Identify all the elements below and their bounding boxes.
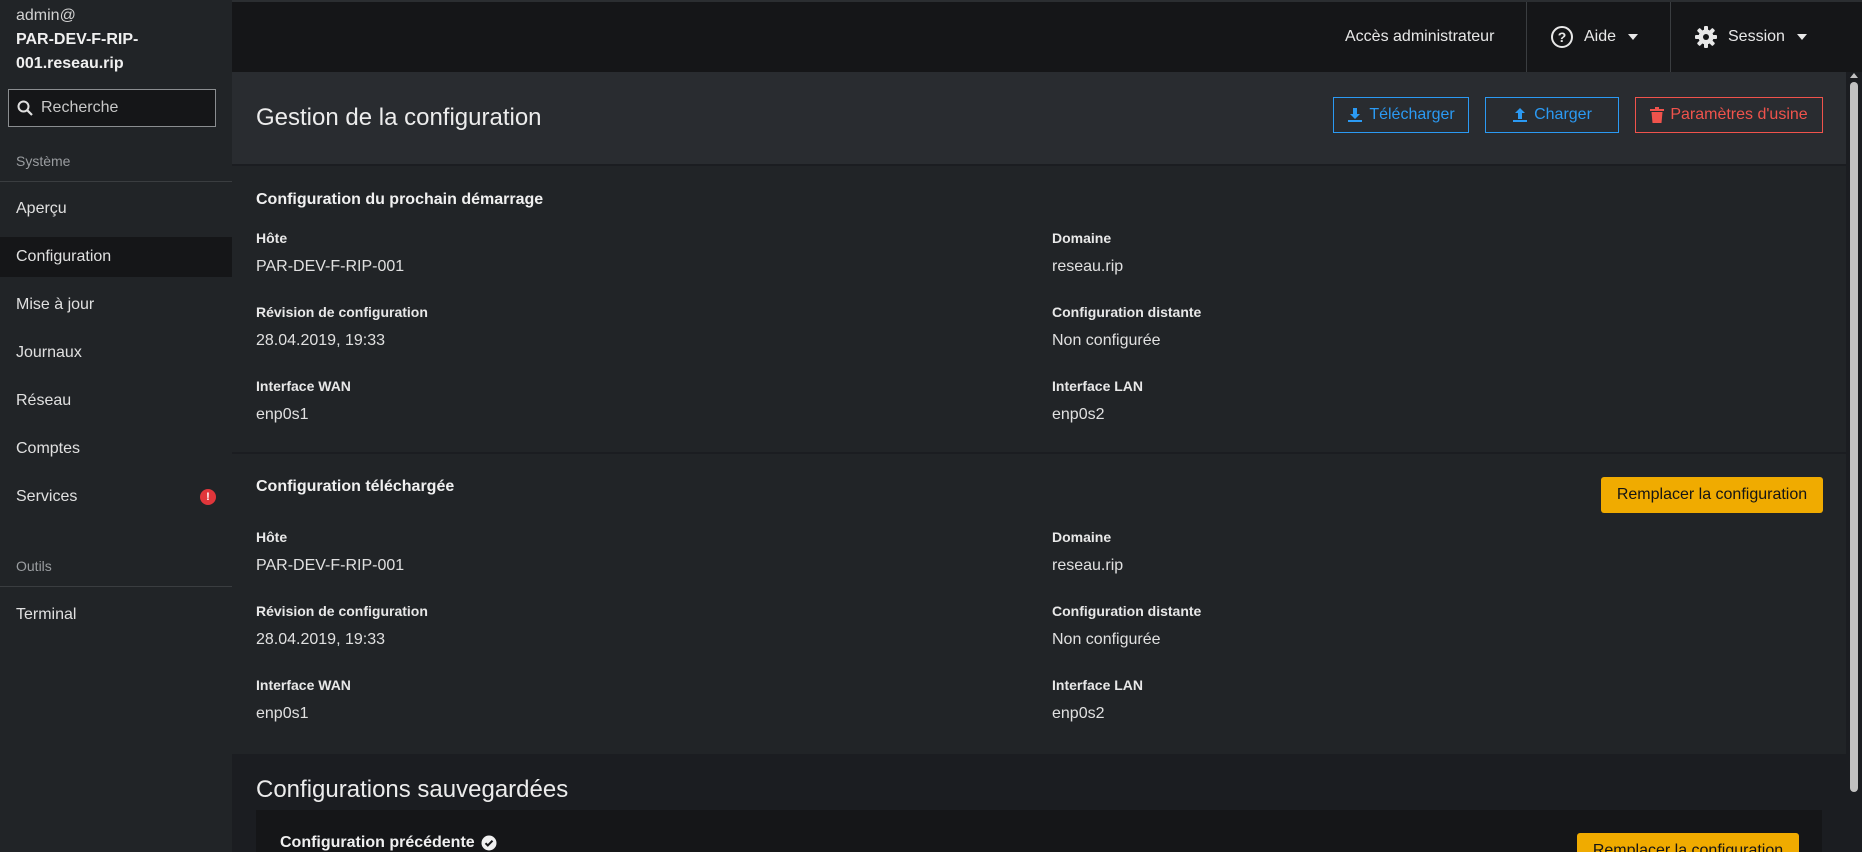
domain-value: reseau.rip — [1052, 557, 1124, 574]
revision-value: 28.04.2019, 19:33 — [256, 332, 386, 349]
host-label: Hôte — [256, 230, 288, 246]
divider — [0, 586, 232, 587]
divider — [0, 181, 232, 182]
revision-label: Révision de configuration — [256, 304, 428, 320]
help-menu-button[interactable]: ? Aide — [1550, 2, 1639, 72]
host-info: admin@ PAR-DEV-F-RIP-001.reseau.rip — [0, 0, 232, 72]
scroll-up-arrow-icon[interactable] — [1850, 73, 1858, 78]
replace-config-label: Remplacer la configuration — [1616, 486, 1808, 503]
remote-config-label: Configuration distante — [1052, 603, 1202, 619]
download-icon — [1348, 108, 1363, 122]
sidebar: admin@ PAR-DEV-F-RIP-001.reseau.rip Syst… — [0, 0, 232, 852]
scrollbar-thumb[interactable] — [1850, 82, 1858, 792]
next-boot-title: Configuration du prochain démarrage — [256, 191, 544, 208]
upload-label: Charger — [1534, 106, 1592, 123]
replace-config-label: Remplacer la configuration — [1592, 842, 1784, 852]
admin-access-label: Accès administrateur — [1345, 28, 1495, 45]
lan-label: Interface LAN — [1052, 378, 1144, 394]
search-input[interactable] — [41, 99, 211, 117]
lan-label: Interface LAN — [1052, 677, 1144, 693]
gear-icon — [1695, 26, 1717, 48]
scrollbar[interactable] — [1846, 72, 1862, 852]
remote-config-value: Non configurée — [1052, 631, 1161, 648]
check-circle-icon — [481, 835, 497, 851]
page-title: Gestion de la configuration — [256, 104, 542, 131]
page-header: Gestion de la configuration Télécharger … — [232, 72, 1846, 164]
help-icon: ? — [1551, 26, 1573, 48]
sidebar-item-label: Journaux — [16, 344, 82, 361]
svg-text:?: ? — [1558, 29, 1567, 45]
sidebar-item-label: Aperçu — [16, 200, 67, 217]
domain-label: Domaine — [1052, 529, 1112, 545]
divider — [1670, 2, 1671, 72]
factory-reset-label: Paramètres d'usine — [1670, 106, 1808, 123]
topbar: Accès administrateur ? Aide Session — [232, 0, 1862, 72]
replace-previous-config-button[interactable]: Remplacer la configuration — [1577, 833, 1799, 852]
alert-badge-icon: ! — [200, 489, 216, 505]
replace-config-button[interactable]: Remplacer la configuration — [1601, 477, 1823, 513]
divider — [1526, 2, 1527, 72]
remote-config-value: Non configurée — [1052, 332, 1161, 349]
sidebar-item-mise-a-jour[interactable]: Mise à jour — [0, 285, 232, 325]
main-content: Gestion de la configuration Télécharger … — [232, 72, 1846, 852]
section-label-tools: Outils — [16, 558, 52, 574]
sidebar-item-configuration[interactable]: Configuration — [0, 237, 232, 277]
host-label: Hôte — [256, 529, 288, 545]
downloaded-title: Configuration téléchargée — [256, 478, 455, 495]
chevron-down-icon — [1628, 34, 1639, 40]
wan-label: Interface WAN — [256, 677, 351, 693]
download-button[interactable]: Télécharger — [1333, 97, 1469, 133]
sidebar-item-label: Comptes — [16, 440, 81, 457]
sidebar-item-label: Services — [16, 488, 78, 505]
sidebar-item-services[interactable]: Services ! — [0, 477, 232, 517]
factory-reset-button[interactable]: Paramètres d'usine — [1635, 97, 1823, 133]
revision-value: 28.04.2019, 19:33 — [256, 631, 386, 648]
upload-icon — [1513, 108, 1528, 122]
domain-label: Domaine — [1052, 230, 1112, 246]
admin-access-button[interactable]: Accès administrateur — [1345, 2, 1494, 72]
trash-icon — [1650, 107, 1665, 123]
sidebar-item-apercu[interactable]: Aperçu — [0, 189, 232, 229]
session-label: Session — [1728, 28, 1785, 45]
search-icon — [17, 100, 33, 116]
session-menu-button[interactable]: Session — [1694, 2, 1807, 72]
sidebar-item-journaux[interactable]: Journaux — [0, 333, 232, 373]
sidebar-item-label: Terminal — [16, 606, 77, 623]
sidebar-item-label: Mise à jour — [16, 296, 95, 313]
previous-config-title: Configuration précédente — [280, 834, 497, 852]
wan-label: Interface WAN — [256, 378, 351, 394]
saved-configs-title: Configurations sauvegardées — [256, 776, 569, 803]
sidebar-item-reseau[interactable]: Réseau — [0, 381, 232, 421]
search-box[interactable] — [8, 89, 216, 127]
revision-label: Révision de configuration — [256, 603, 428, 619]
remote-config-label: Configuration distante — [1052, 304, 1202, 320]
wan-value: enp0s1 — [256, 705, 309, 722]
sidebar-item-terminal[interactable]: Terminal — [0, 595, 232, 635]
hostname: PAR-DEV-F-RIP-001.reseau.rip — [16, 31, 139, 72]
domain-value: reseau.rip — [1052, 258, 1124, 275]
user-name: admin@ — [16, 7, 76, 24]
wan-value: enp0s1 — [256, 406, 309, 423]
help-label: Aide — [1584, 28, 1617, 45]
chevron-down-icon — [1796, 34, 1807, 40]
host-value: PAR-DEV-F-RIP-001 — [256, 258, 405, 275]
lan-value: enp0s2 — [1052, 406, 1105, 423]
section-label-system: Système — [16, 153, 71, 169]
sidebar-item-comptes[interactable]: Comptes — [0, 429, 232, 469]
previous-config-label: Configuration précédente — [280, 834, 475, 851]
host-value: PAR-DEV-F-RIP-001 — [256, 557, 405, 574]
lan-value: enp0s2 — [1052, 705, 1105, 722]
sidebar-item-label: Configuration — [16, 248, 112, 265]
sidebar-item-label: Réseau — [16, 392, 72, 409]
download-label: Télécharger — [1369, 106, 1455, 123]
upload-button[interactable]: Charger — [1485, 97, 1619, 133]
